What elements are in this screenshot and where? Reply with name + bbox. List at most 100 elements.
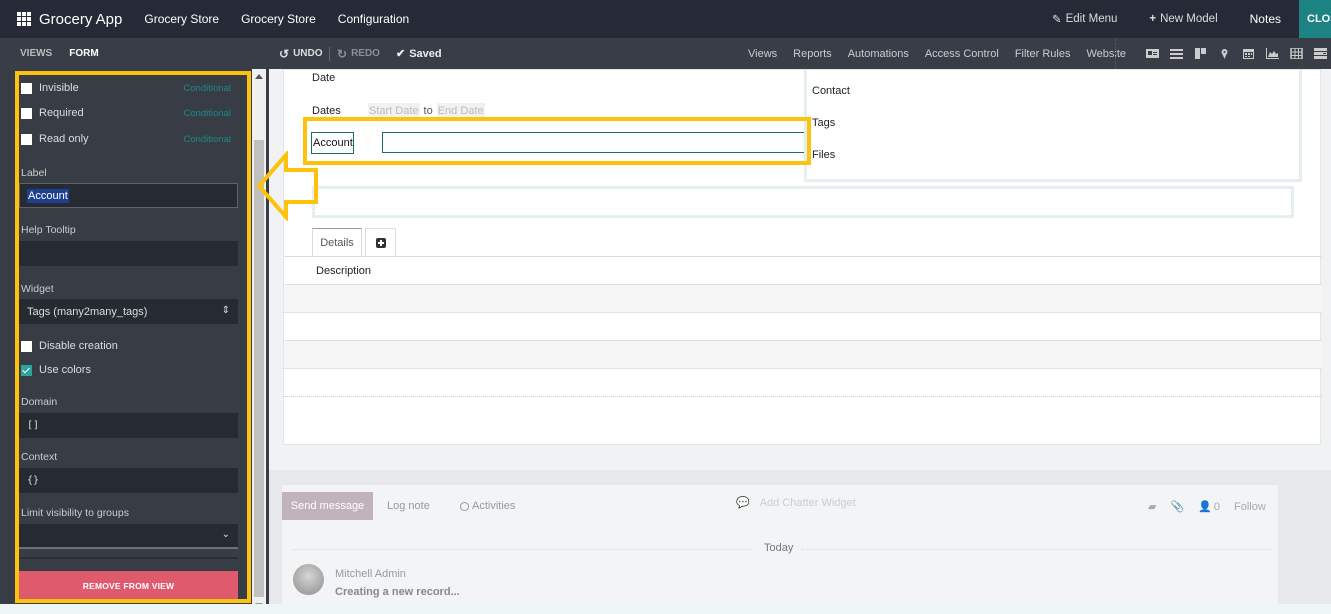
- required-checkbox[interactable]: [21, 107, 32, 119]
- saved-label: Saved: [409, 47, 442, 60]
- empty-form-group[interactable]: [312, 186, 1294, 218]
- sidebar-divider: [19, 557, 238, 559]
- tab-details[interactable]: Details: [312, 228, 362, 257]
- clock-icon: [460, 501, 469, 511]
- undo-button[interactable]: ↺ UNDO: [279, 38, 323, 69]
- invisible-option[interactable]: Invisible Conditional: [21, 82, 231, 94]
- avatar[interactable]: [293, 564, 324, 595]
- description-row[interactable]: [284, 368, 1322, 396]
- activities-label: Activities: [472, 500, 516, 512]
- calendar-view-icon[interactable]: [1242, 48, 1255, 59]
- label-input-value: Account: [27, 188, 69, 203]
- readonly-conditional-link[interactable]: Conditional: [183, 134, 231, 145]
- follow-button[interactable]: Follow: [1234, 501, 1266, 513]
- pencil-icon: ✎: [1051, 14, 1062, 26]
- apps-menu-icon[interactable]: [17, 12, 31, 26]
- date-field-label[interactable]: Date: [312, 72, 335, 84]
- description-field-label[interactable]: Description: [316, 265, 371, 277]
- message-body: Creating a new record...: [335, 586, 460, 598]
- user-icon: 👤: [1198, 501, 1212, 513]
- studio-toolbar: VIEWS FORM ↺ UNDO ↻ REDO ✔ Saved Views R…: [0, 38, 1331, 69]
- use-colors-label: Use colors: [39, 364, 91, 376]
- select-updown-icon: ⇕: [221, 305, 230, 316]
- required-conditional-link[interactable]: Conditional: [183, 108, 231, 119]
- readonly-label: Read only: [39, 133, 89, 145]
- menu-grocery-store-1[interactable]: Grocery Store: [144, 12, 219, 26]
- help-tooltip-input[interactable]: [19, 241, 238, 266]
- add-chatter-widget-button[interactable]: 💬 Add Chatter Widget: [736, 496, 856, 510]
- book-icon[interactable]: ▰: [1148, 500, 1156, 513]
- readonly-option[interactable]: Read only Conditional: [21, 133, 231, 145]
- edit-menu-button[interactable]: ✎ Edit Menu: [1052, 12, 1117, 26]
- kanban-view-icon[interactable]: [1194, 48, 1207, 59]
- contact-field-label[interactable]: Contact: [812, 85, 850, 97]
- tab-divider: [284, 256, 1322, 257]
- message-author[interactable]: Mitchell Admin: [335, 568, 406, 580]
- remove-from-view-button[interactable]: REMOVE FROM VIEW: [19, 571, 238, 600]
- menu-views[interactable]: Views: [748, 48, 777, 60]
- disable-creation-checkbox[interactable]: [21, 340, 32, 352]
- activities-button[interactable]: Activities: [460, 500, 515, 512]
- domain-input[interactable]: []: [19, 413, 238, 438]
- domain-label: Domain: [21, 396, 58, 408]
- graph-view-icon[interactable]: [1266, 48, 1279, 59]
- use-colors-checkbox[interactable]: [21, 364, 32, 376]
- add-chatter-widget-label: Add Chatter Widget: [759, 496, 856, 509]
- tags-field-label[interactable]: Tags: [812, 117, 835, 129]
- disable-creation-option[interactable]: Disable creation: [21, 340, 231, 352]
- notes-menu[interactable]: Notes: [1250, 12, 1281, 26]
- scroll-up-arrow-icon[interactable]: [255, 74, 263, 79]
- log-note-button[interactable]: Log note: [387, 500, 430, 512]
- description-row[interactable]: [284, 340, 1322, 368]
- disable-creation-label: Disable creation: [39, 340, 118, 352]
- description-row[interactable]: [284, 284, 1322, 312]
- dates-field-label: Dates: [312, 105, 341, 117]
- menu-reports[interactable]: Reports: [793, 48, 832, 60]
- menu-website[interactable]: Website: [1086, 48, 1126, 60]
- top-navbar: Grocery App Grocery Store Grocery Store …: [0, 0, 1331, 38]
- date-separator-line: [802, 549, 1272, 550]
- page-bottom-strip: [0, 604, 1331, 614]
- followers-count: 0: [1213, 500, 1220, 513]
- pivot-view-icon[interactable]: [1290, 48, 1303, 59]
- chat-bubbles-icon: 💬: [736, 497, 750, 509]
- menu-access-control[interactable]: Access Control: [925, 48, 999, 60]
- context-input[interactable]: {}: [19, 468, 238, 493]
- search-view-icon[interactable]: [1314, 48, 1327, 59]
- invisible-checkbox[interactable]: [21, 82, 32, 94]
- date-separator-today: Today: [764, 542, 794, 554]
- app-title[interactable]: Grocery App: [39, 11, 122, 28]
- close-studio-button[interactable]: CLOSE: [1299, 0, 1331, 38]
- list-view-icon[interactable]: [1170, 48, 1183, 59]
- menu-filter-rules[interactable]: Filter Rules: [1015, 48, 1071, 60]
- saved-status: ✔ Saved: [396, 38, 442, 69]
- undo-icon: ↺: [279, 46, 290, 61]
- files-field-label[interactable]: Files: [812, 149, 835, 161]
- use-colors-option[interactable]: Use colors: [21, 364, 231, 376]
- redo-button[interactable]: ↻ REDO: [337, 38, 380, 69]
- menu-grocery-store-2[interactable]: Grocery Store: [241, 12, 316, 26]
- required-label: Required: [39, 107, 84, 119]
- widget-select[interactable]: Tags (many2many_tags) ⇕: [19, 299, 238, 324]
- invisible-conditional-link[interactable]: Conditional: [183, 83, 231, 94]
- field-properties-sidebar: Invisible Conditional Required Condition…: [0, 69, 252, 614]
- description-row[interactable]: [284, 312, 1322, 340]
- form-view-icon[interactable]: [1146, 48, 1159, 59]
- readonly-checkbox[interactable]: [21, 133, 32, 145]
- add-tab-button[interactable]: [365, 228, 396, 257]
- new-model-button[interactable]: + New Model: [1149, 13, 1217, 25]
- required-option[interactable]: Required Conditional: [21, 107, 231, 119]
- widget-select-value: Tags (many2many_tags): [27, 305, 148, 318]
- menu-automations[interactable]: Automations: [848, 48, 909, 60]
- label-input[interactable]: Account: [19, 183, 238, 208]
- send-message-button[interactable]: Send message: [282, 492, 373, 520]
- map-view-icon[interactable]: [1218, 48, 1231, 59]
- paperclip-icon[interactable]: 📎: [1170, 500, 1184, 513]
- breadcrumb-views[interactable]: VIEWS: [20, 48, 52, 59]
- followers-button[interactable]: 👤 0: [1198, 500, 1220, 514]
- dates-to-label: to: [423, 105, 433, 117]
- groups-select[interactable]: ⌄: [19, 524, 238, 549]
- breadcrumb-form: FORM: [69, 48, 99, 59]
- context-label: Context: [21, 451, 58, 463]
- menu-configuration[interactable]: Configuration: [338, 12, 409, 26]
